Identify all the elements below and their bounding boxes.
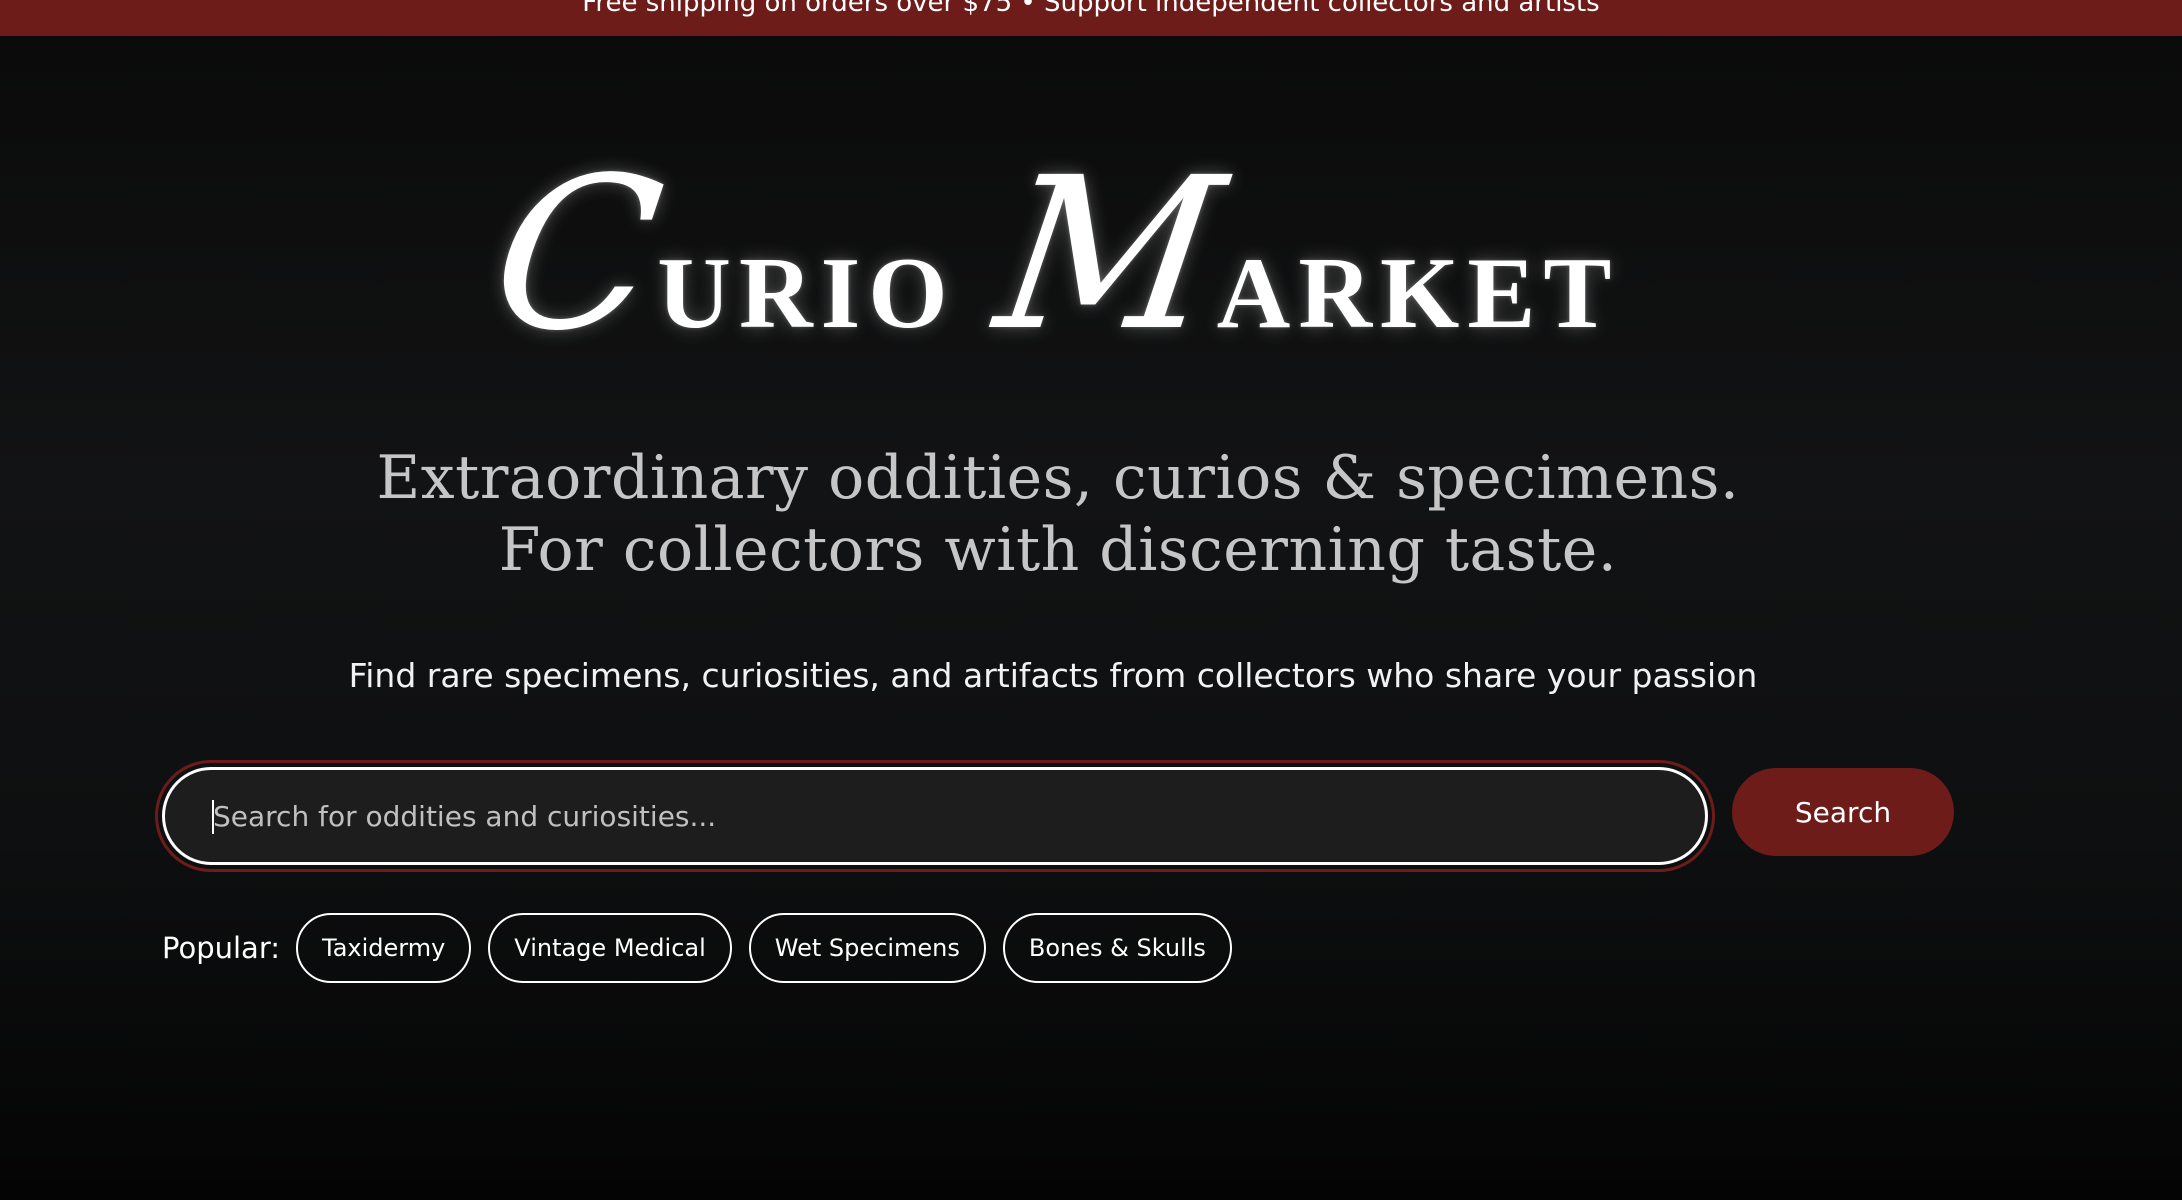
tag-chip-wet-specimens[interactable]: Wet Specimens (748, 913, 986, 983)
logo-word-curio: CURIO (479, 132, 956, 377)
hero-tagline: Extraordinary oddities, curios & specime… (0, 442, 2116, 586)
promo-banner-text: Free shipping on orders over $75 • Suppo… (582, 0, 1600, 18)
tag-chip-vintage-medical[interactable]: Vintage Medical (488, 913, 732, 983)
site-logo[interactable]: CURIO MARKET (0, 132, 2116, 377)
logo-word-market: MARKET (984, 132, 1620, 377)
promo-banner: Free shipping on orders over $75 • Suppo… (0, 0, 2182, 36)
search-input[interactable] (162, 767, 1708, 865)
popular-tags: Popular: Taxidermy Vintage Medical Wet S… (162, 912, 1249, 984)
tagline-line-1: Extraordinary oddities, curios & specime… (376, 443, 1740, 513)
tag-chip-bones-skulls[interactable]: Bones & Skulls (1002, 913, 1232, 983)
logo-initial-m: M (984, 132, 1234, 377)
tag-chip-taxidermy[interactable]: Taxidermy (296, 913, 472, 983)
logo-rest-urio: URIO (657, 237, 956, 350)
search-button[interactable]: Search (1732, 768, 1954, 856)
popular-label: Popular: (162, 931, 280, 965)
page: Free shipping on orders over $75 • Suppo… (0, 0, 2182, 1200)
tagline-line-2: For collectors with discerning taste. (498, 515, 1618, 585)
logo-rest-arket: ARKET (1216, 237, 1620, 350)
logo-initial-c: C (479, 132, 675, 377)
text-caret (212, 800, 214, 834)
hero-subtitle: Find rare specimens, curiosities, and ar… (348, 656, 1758, 695)
